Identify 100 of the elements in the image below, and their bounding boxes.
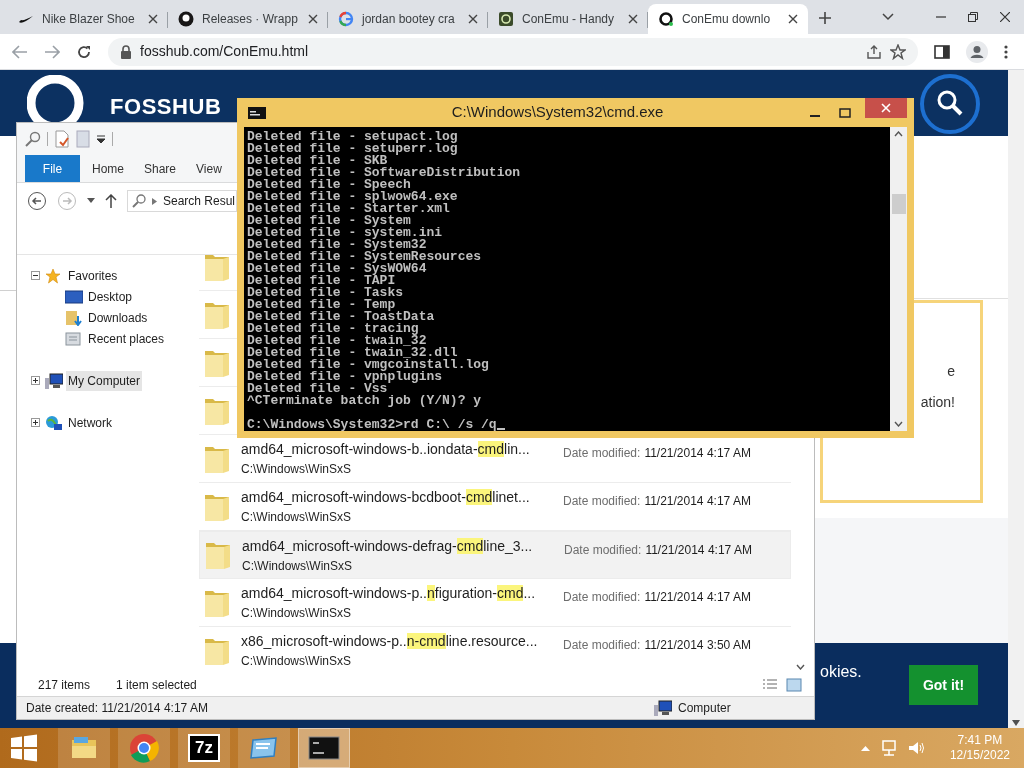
- dropdown-icon[interactable]: [87, 198, 95, 204]
- browser-tab[interactable]: jordan bootey cra: [328, 4, 488, 34]
- tiles-view-icon[interactable]: [786, 678, 802, 692]
- date-text: 11/21/2014 4:17 AM: [645, 542, 752, 559]
- console-line: Deleted file - tracing: [247, 323, 419, 335]
- close-icon[interactable]: [1000, 12, 1010, 22]
- customize-icon[interactable]: [96, 134, 106, 144]
- new-tab-icon[interactable]: [818, 11, 832, 25]
- close-icon[interactable]: [468, 14, 478, 24]
- date-label: Date modified:: [563, 493, 641, 510]
- close-button[interactable]: [865, 98, 907, 118]
- back-icon[interactable]: [27, 191, 47, 211]
- back-icon[interactable]: [12, 44, 28, 59]
- got-it-button[interactable]: Got it!: [909, 665, 978, 705]
- scrollbar[interactable]: [1008, 70, 1024, 728]
- terminal-icon: [498, 11, 514, 27]
- nav-item[interactable]: Favorites: [66, 265, 120, 286]
- taskbar-button[interactable]: 7z: [178, 728, 230, 768]
- folder-icon: [65, 309, 83, 326]
- search-icon: [132, 194, 146, 208]
- close-icon[interactable]: [308, 14, 318, 24]
- card-text: e: [947, 362, 955, 381]
- file-name: amd64_microsoft-windows-defrag-cmdline_3...: [242, 536, 534, 556]
- console-line: Deleted file - Starter.xml: [247, 203, 450, 215]
- nav-item[interactable]: Network: [66, 412, 114, 433]
- close-icon[interactable]: [788, 14, 798, 24]
- date-text: 11/21/2014 4:17 AM: [644, 445, 751, 462]
- close-icon[interactable]: [628, 14, 638, 24]
- card-text: ation!: [920, 393, 955, 412]
- share-icon[interactable]: [866, 43, 882, 60]
- globe-icon: [45, 414, 63, 431]
- forward-icon[interactable]: [44, 44, 60, 59]
- console-prompt: C:\Windows\System32>rd C:\ /s /q: [247, 419, 497, 431]
- close-icon[interactable]: [148, 14, 158, 24]
- console-line: Deleted file - TAPI: [247, 275, 396, 287]
- reload-icon[interactable]: [76, 43, 92, 60]
- scroll-up-icon[interactable]: [894, 131, 903, 137]
- console-line: Deleted file - Speech: [247, 179, 411, 191]
- console-line: Deleted file - Temp: [247, 299, 396, 311]
- nav-item[interactable]: My Computer: [66, 370, 143, 391]
- expand-icon[interactable]: [31, 376, 40, 385]
- details-text: Date created: 11/21/2014 4:17 AM: [26, 700, 209, 717]
- nav-item[interactable]: Downloads: [86, 307, 150, 328]
- scrollbar[interactable]: [890, 127, 907, 431]
- date-text: 11/21/2014 4:17 AM: [644, 589, 751, 606]
- console-line: Deleted file - vmgcoinstall.log: [247, 359, 490, 371]
- ribbon-tab[interactable]: Home: [82, 155, 134, 182]
- browser-tab[interactable]: Releases · Wrapp: [168, 4, 328, 34]
- restore-icon[interactable]: [968, 12, 978, 22]
- scroll-down-icon[interactable]: [1012, 720, 1020, 726]
- scroll-down-icon[interactable]: [894, 421, 903, 427]
- file-row[interactable]: amd64_microsoft-windows-defrag-cmdline_3... C:\Windows\WinSxS Date modified: 11/21/2014 4:17 AM: [199, 531, 791, 579]
- ribbon-tab[interactable]: View: [186, 155, 232, 182]
- console-line: Deleted file - vpnplugins: [247, 371, 443, 383]
- file-path: C:\Windows\WinSxS: [242, 557, 354, 575]
- location-text: Computer: [678, 700, 731, 717]
- nav-item[interactable]: Recent places: [86, 328, 167, 349]
- computer-icon: [45, 372, 63, 389]
- up-icon[interactable]: [105, 194, 117, 208]
- ribbon-tab[interactable]: File: [25, 155, 80, 182]
- collapse-icon[interactable]: [31, 271, 40, 280]
- browser-tab[interactable]: ConEmu downlo: [648, 4, 808, 34]
- console-icon: [248, 106, 266, 119]
- window-title: C:\Windows\System32\cmd.exe: [450, 102, 665, 123]
- star-icon[interactable]: [890, 43, 906, 60]
- taskbar-button[interactable]: [298, 728, 350, 768]
- side-panel-icon[interactable]: [934, 44, 950, 59]
- console-line: Deleted file - setuperr.log: [247, 143, 459, 155]
- scroll-thumb[interactable]: [891, 194, 906, 214]
- cookie-text: okies.: [820, 662, 862, 682]
- item-count: 217 items: [38, 677, 91, 694]
- scroll-down-icon[interactable]: [795, 664, 805, 670]
- date-label: Date modified:: [563, 637, 641, 654]
- search-icon[interactable]: [919, 73, 981, 135]
- chevron-down-icon[interactable]: [882, 13, 894, 21]
- file-name: amd64_microsoft-windows-b..iondata-cmdlin...: [241, 440, 531, 459]
- avatar-icon[interactable]: [966, 40, 988, 63]
- menu-icon[interactable]: [1004, 43, 1008, 60]
- nav-item[interactable]: Desktop: [86, 286, 135, 307]
- ribbon-tab[interactable]: Share: [134, 155, 187, 182]
- ring-icon: [658, 11, 674, 27]
- console-line: Deleted file - system.ini: [247, 227, 444, 239]
- maximize-icon[interactable]: [839, 107, 851, 118]
- address-bar[interactable]: fosshub.com/ConEmu.html: [108, 37, 918, 66]
- windows-logo-icon[interactable]: [10, 734, 38, 762]
- expand-icon[interactable]: [31, 418, 40, 427]
- document-icon: [65, 330, 83, 347]
- address-field[interactable]: Search Resul: [127, 190, 237, 212]
- site-logo[interactable]: FOSSHUB: [110, 90, 222, 123]
- browser-tab[interactable]: Nike Blazer Shoe: [8, 4, 168, 34]
- console-line: Deleted file - SystemResources: [247, 251, 483, 263]
- file-name: x86_microsoft-windows-p..n-cmdline.resource...: [241, 632, 539, 651]
- lock-icon: [120, 44, 132, 59]
- computer-icon: [654, 700, 672, 716]
- date-label: Date modified:: [563, 445, 641, 462]
- console-line: Deleted file - SoftwareDistribution: [247, 167, 522, 179]
- browser-tab[interactable]: ConEmu - Handy: [488, 4, 648, 34]
- properties-icon[interactable]: [54, 130, 70, 148]
- date-text: 11/21/2014 3:50 AM: [644, 637, 751, 654]
- selection-count: 1 item selected: [116, 677, 197, 694]
